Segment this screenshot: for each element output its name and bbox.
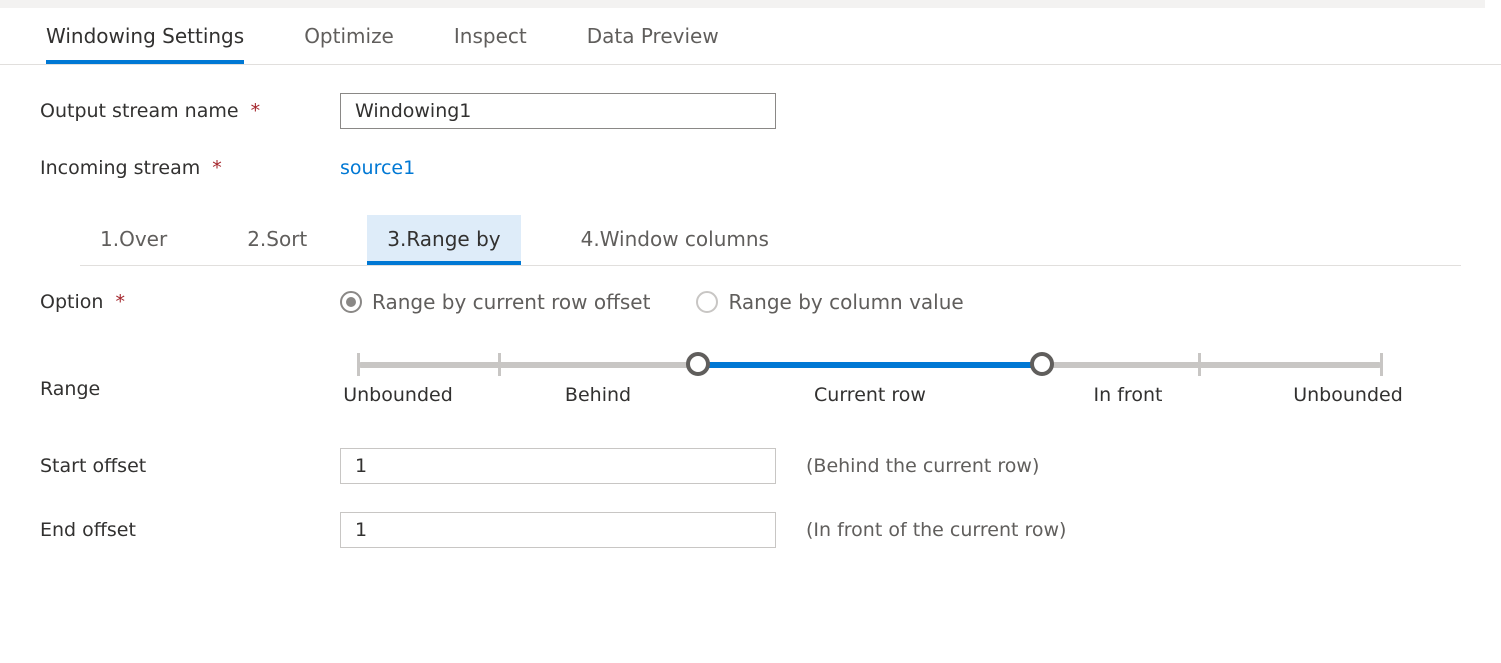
slider-label-current-row: Current row — [814, 384, 926, 406]
row-end-offset: End offset (In front of the current row) — [40, 512, 1461, 548]
label-end-offset: End offset — [40, 519, 340, 541]
row-start-offset: Start offset (Behind the current row) — [40, 448, 1461, 484]
required-marker: * — [251, 100, 261, 122]
slider-label-in-front: In front — [1094, 384, 1163, 406]
label-incoming-stream: Incoming stream * — [40, 157, 340, 179]
step-tabs: 1.Over 2.Sort 3.Range by 4.Window column… — [80, 207, 1461, 266]
slider-endcap — [498, 353, 501, 376]
slider-endcap — [1380, 353, 1383, 376]
step-tab-range-by[interactable]: 3.Range by — [367, 215, 520, 265]
radio-set-option: Range by current row offset Range by col… — [340, 290, 1461, 314]
range-start-handle[interactable] — [686, 352, 710, 376]
tab-optimize[interactable]: Optimize — [304, 10, 394, 64]
range-slider[interactable]: Unbounded Behind Current row In front Un… — [340, 350, 1400, 420]
range-end-handle[interactable] — [1030, 352, 1054, 376]
step-tab-over[interactable]: 1.Over — [80, 215, 187, 265]
start-offset-hint: (Behind the current row) — [806, 455, 1039, 477]
row-option: Option * Range by current row offset Ran… — [40, 290, 1461, 314]
step-tab-window-columns[interactable]: 4.Window columns — [561, 215, 789, 265]
slider-label-behind: Behind — [565, 384, 631, 406]
label-output-stream: Output stream name * — [40, 100, 340, 122]
radio-range-by-column[interactable]: Range by column value — [696, 290, 963, 314]
end-offset-hint: (In front of the current row) — [806, 519, 1066, 541]
slider-label-unbounded-right: Unbounded — [1293, 384, 1403, 406]
slider-label-unbounded-left: Unbounded — [343, 384, 453, 406]
slider-endcap — [357, 353, 360, 376]
start-offset-input[interactable] — [340, 448, 776, 484]
slider-endcap — [1198, 353, 1201, 376]
tab-data-preview[interactable]: Data Preview — [587, 10, 719, 64]
label-start-offset: Start offset — [40, 455, 340, 477]
label-option-text: Option — [40, 291, 103, 313]
top-tabs: Windowing Settings Optimize Inspect Data… — [0, 8, 1501, 65]
label-output-stream-text: Output stream name — [40, 100, 239, 122]
tab-windowing-settings[interactable]: Windowing Settings — [46, 10, 244, 64]
required-marker: * — [115, 291, 125, 313]
row-range: Range Unbounded Behind Current row In fr… — [40, 342, 1461, 420]
radio-dot-icon — [696, 291, 718, 313]
radio-label: Range by current row offset — [372, 290, 650, 314]
output-stream-name-input[interactable] — [340, 93, 776, 129]
label-range: Range — [40, 342, 340, 400]
incoming-stream-link[interactable]: source1 — [340, 157, 415, 179]
radio-range-by-offset[interactable]: Range by current row offset — [340, 290, 650, 314]
radio-dot-icon — [340, 291, 362, 313]
end-offset-input[interactable] — [340, 512, 776, 548]
label-incoming-stream-text: Incoming stream — [40, 157, 200, 179]
slider-fill — [696, 362, 1042, 368]
required-marker: * — [212, 157, 222, 179]
label-option: Option * — [40, 291, 340, 313]
row-output-stream: Output stream name * — [40, 93, 1461, 129]
tab-inspect[interactable]: Inspect — [454, 10, 527, 64]
radio-label: Range by column value — [728, 290, 963, 314]
step-tab-sort[interactable]: 2.Sort — [227, 215, 327, 265]
row-incoming-stream: Incoming stream * source1 — [40, 157, 1461, 179]
